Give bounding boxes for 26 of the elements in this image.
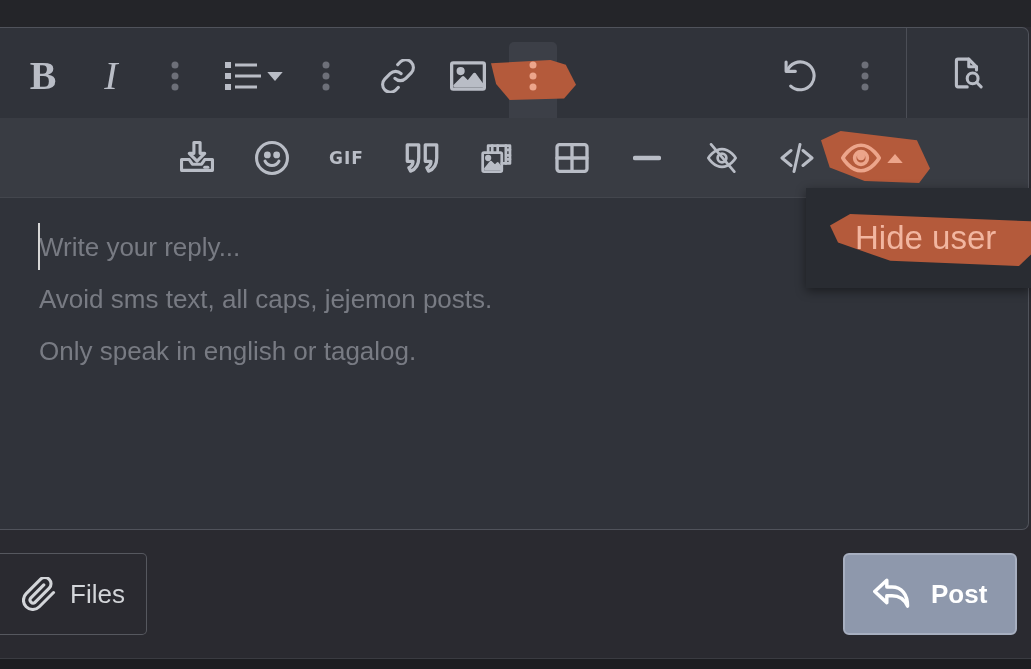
gif-button[interactable]: GIF [323,118,370,198]
bold-button[interactable]: B [9,42,77,118]
files-button[interactable]: Files [0,553,147,635]
more-icon [171,61,179,91]
quote-icon [403,143,440,173]
image-icon [450,61,486,91]
more-icon [529,61,537,91]
smiley-icon [254,141,289,175]
tray-download-icon [179,141,214,175]
text-cursor-icon [38,223,40,270]
table-icon [553,143,590,173]
reply-placeholder: Write your reply... Avoid sms text, all caps, jejemon posts. Only speak in english or tagalog. [39,231,493,368]
caret-down-icon [267,71,283,81]
line-icon [632,155,661,161]
reply-field[interactable]: Write your reply... Avoid sms text, all caps, jejemon posts. Only speak in english or tagalog. [0,198,780,529]
italic-button[interactable]: I [77,42,145,118]
caret-up-icon [886,153,903,163]
eye-icon [840,143,881,173]
paperclip-icon [22,577,56,611]
link-icon [381,59,415,93]
code-icon [778,143,815,173]
list-icon [225,62,261,90]
undo-icon [783,59,817,93]
more-icon [322,61,330,91]
reply-icon [873,578,911,610]
more-icon [861,61,869,91]
